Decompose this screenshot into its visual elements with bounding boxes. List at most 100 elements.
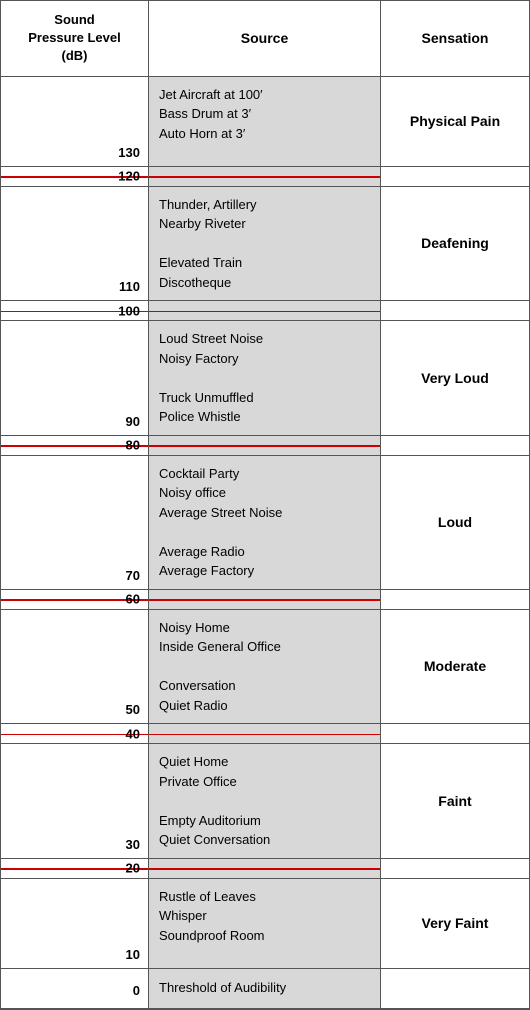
spl-col-30: 30: [1, 744, 149, 858]
table-header: SoundPressure Level(dB) Source Sensation: [1, 1, 529, 77]
spl-col-130: 130: [1, 77, 149, 166]
source-line: Thunder, Artillery: [159, 197, 257, 212]
sensation-col-0: [381, 969, 529, 1008]
section-120: 120: [1, 167, 529, 187]
source-col-120: [149, 167, 381, 186]
header-spl: SoundPressure Level(dB): [1, 1, 149, 76]
sensation-col-90: Very Loud: [381, 321, 529, 435]
source-col-10: Rustle of Leaves Whisper Soundproof Room: [149, 879, 381, 968]
header-sensation: Sensation: [381, 1, 529, 76]
section-30: 30 Quiet Home Private Office Empty Audit…: [1, 744, 529, 859]
source-line: Private Office: [159, 774, 237, 789]
spl-value-80: 80: [126, 438, 140, 453]
sensation-col-110: Deafening: [381, 187, 529, 301]
spl-col-110: 110: [1, 187, 149, 301]
source-line: Whisper: [159, 908, 207, 923]
source-col-110: Thunder, Artillery Nearby Riveter Elevat…: [149, 187, 381, 301]
source-line: Truck Unmuffled: [159, 390, 254, 405]
source-line: Conversation: [159, 678, 236, 693]
sensation-col-50: Moderate: [381, 610, 529, 724]
spl-value-110: 110: [119, 279, 140, 294]
section-130: 130 Jet Aircraft at 100′ Bass Drum at 3′…: [1, 77, 529, 167]
spl-value-10: 10: [126, 947, 140, 962]
source-line: Quiet Radio: [159, 698, 228, 713]
section-70: 70 Cocktail Party Noisy office Average S…: [1, 456, 529, 590]
source-col-90: Loud Street Noise Noisy Factory Truck Un…: [149, 321, 381, 435]
spl-col-70: 70: [1, 456, 149, 589]
sensation-col-70: Loud: [381, 456, 529, 589]
red-line-source-120: [149, 176, 380, 178]
source-line: Noisy Factory: [159, 351, 238, 366]
spl-value-50: 50: [126, 702, 140, 717]
spl-value-130: 130: [118, 145, 140, 160]
sensation-col-20: [381, 859, 529, 878]
spl-col-120: 120: [1, 167, 149, 186]
spl-value-0: 0: [133, 983, 140, 998]
spl-value-70: 70: [126, 568, 140, 583]
spl-col-10: 10: [1, 879, 149, 968]
sensation-col-40: [381, 724, 529, 743]
source-col-40: [149, 724, 381, 743]
red-line-source-40: [149, 734, 380, 736]
section-80: 80: [1, 436, 529, 456]
sensation-label: Very Faint: [422, 915, 489, 931]
section-40: 40: [1, 724, 529, 744]
sensation-label: Deafening: [421, 235, 489, 251]
section-60: 60: [1, 590, 529, 610]
section-110: 110 Thunder, Artillery Nearby Riveter El…: [1, 187, 529, 302]
spl-col-0: 0: [1, 969, 149, 1008]
sensation-label: Faint: [438, 793, 471, 809]
sensation-label: Physical Pain: [410, 113, 500, 129]
source-col-100: [149, 301, 381, 320]
header-source: Source: [149, 1, 381, 76]
source-line: Quiet Home: [159, 754, 228, 769]
source-line: Jet Aircraft at 100′: [159, 87, 263, 102]
sensation-label: Moderate: [424, 658, 486, 674]
spl-value-90: 90: [126, 414, 140, 429]
sensation-label: Loud: [438, 514, 472, 530]
red-line-source-100: [149, 311, 380, 313]
source-col-60: [149, 590, 381, 609]
source-line: Loud Street Noise: [159, 331, 263, 346]
sensation-col-60: [381, 590, 529, 609]
source-line: Soundproof Room: [159, 928, 265, 943]
sensation-col-80: [381, 436, 529, 455]
spl-col-50: 50: [1, 610, 149, 724]
section-90: 90 Loud Street Noise Noisy Factory Truck…: [1, 321, 529, 436]
source-line: Rustle of Leaves: [159, 889, 256, 904]
sensation-col-130: Physical Pain: [381, 77, 529, 166]
spl-value-120: 120: [118, 169, 140, 184]
source-line: Inside General Office: [159, 639, 281, 654]
source-line: Noisy Home: [159, 620, 230, 635]
spl-value-30: 30: [126, 837, 140, 852]
source-col-20: [149, 859, 381, 878]
source-line: Discotheque: [159, 275, 231, 290]
spl-value-20: 20: [126, 861, 140, 876]
spl-col-40: 40: [1, 724, 149, 743]
section-100: 100: [1, 301, 529, 321]
source-line: Bass Drum at 3′: [159, 106, 251, 121]
source-line: Nearby Riveter: [159, 216, 246, 231]
source-col-130: Jet Aircraft at 100′ Bass Drum at 3′ Aut…: [149, 77, 381, 166]
source-col-80: [149, 436, 381, 455]
sound-pressure-table: SoundPressure Level(dB) Source Sensation…: [0, 0, 530, 1010]
source-line: Empty Auditorium: [159, 813, 261, 828]
spl-col-60: 60: [1, 590, 149, 609]
sensation-col-30: Faint: [381, 744, 529, 858]
section-0: 0 Threshold of Audibility: [1, 969, 529, 1009]
sensation-col-100: [381, 301, 529, 320]
spl-value-100: 100: [118, 303, 140, 318]
source-line: Noisy office: [159, 485, 226, 500]
section-10: 10 Rustle of Leaves Whisper Soundproof R…: [1, 879, 529, 969]
source-line: Cocktail Party: [159, 466, 239, 481]
red-line-source-80: [149, 445, 380, 447]
spl-col-100: 100: [1, 301, 149, 320]
source-col-50: Noisy Home Inside General Office Convers…: [149, 610, 381, 724]
spl-col-90: 90: [1, 321, 149, 435]
source-line: Elevated Train: [159, 255, 242, 270]
spl-col-80: 80: [1, 436, 149, 455]
source-line: Auto Horn at 3′: [159, 126, 245, 141]
sensation-col-120: [381, 167, 529, 186]
sensation-col-10: Very Faint: [381, 879, 529, 968]
section-50: 50 Noisy Home Inside General Office Conv…: [1, 610, 529, 725]
